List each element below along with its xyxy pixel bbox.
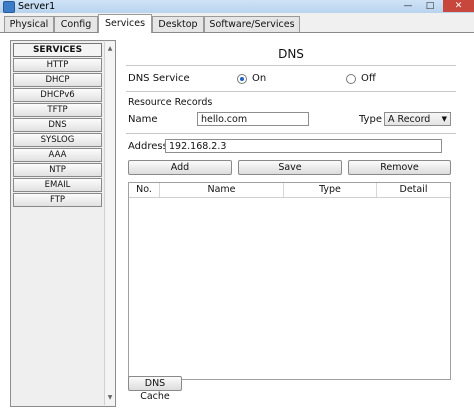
window-title: Server1 (18, 1, 56, 12)
services-sidebar: SERVICES HTTP DHCP DHCPv6 TFTP DNS SYSLO… (10, 40, 116, 407)
sidebar-item-http[interactable]: HTTP (13, 58, 102, 72)
type-select[interactable]: A Record ▼ (384, 112, 451, 126)
table-header: No. Name Type Detail (129, 183, 450, 198)
dns-service-label: DNS Service (128, 73, 190, 84)
dns-on-radio[interactable] (237, 74, 247, 84)
title-bar: Server1 — □ ✕ (0, 0, 474, 13)
maximize-icon[interactable]: □ (420, 0, 440, 12)
sidebar-item-dns[interactable]: DNS (13, 118, 102, 132)
add-button[interactable]: Add (128, 160, 232, 175)
title-divider (126, 65, 456, 66)
column-header-detail[interactable]: Detail (377, 183, 450, 197)
column-header-name[interactable]: Name (160, 183, 284, 197)
resource-records-label: Resource Records (128, 97, 213, 108)
sidebar-item-email[interactable]: EMAIL (13, 178, 102, 192)
sidebar-item-dhcpv6[interactable]: DHCPv6 (13, 88, 102, 102)
type-select-value: A Record (388, 114, 431, 125)
tab-bar: Physical Config Services Desktop Softwar… (0, 14, 474, 33)
service-divider (126, 91, 456, 92)
tab-desktop[interactable]: Desktop (152, 16, 204, 32)
sidebar-item-ftp[interactable]: FTP (13, 193, 102, 207)
services-content: SERVICES HTTP DHCP DHCPv6 TFTP DNS SYSLO… (0, 33, 474, 410)
sidebar-item-dhcp[interactable]: DHCP (13, 73, 102, 87)
panel-title: DNS (278, 47, 304, 61)
address-input[interactable]: 192.168.2.3 (165, 139, 442, 153)
tab-services[interactable]: Services (98, 14, 152, 33)
scroll-down-icon[interactable]: ▼ (105, 393, 115, 403)
address-label: Address (128, 141, 168, 152)
dns-on-label: On (252, 73, 267, 84)
sidebar-scrollbar[interactable]: ▲ ▼ (104, 42, 115, 405)
records-table[interactable]: No. Name Type Detail (128, 182, 451, 380)
minimize-icon[interactable]: — (398, 0, 418, 12)
type-label: Type (359, 114, 382, 125)
scroll-up-icon[interactable]: ▲ (105, 44, 115, 54)
tab-config[interactable]: Config (54, 16, 98, 32)
dns-off-label: Off (361, 73, 376, 84)
column-header-type[interactable]: Type (284, 183, 377, 197)
save-button[interactable]: Save (238, 160, 342, 175)
services-list: SERVICES HTTP DHCP DHCPv6 TFTP DNS SYSLO… (13, 43, 102, 208)
sidebar-item-ntp[interactable]: NTP (13, 163, 102, 177)
name-input[interactable]: hello.com (197, 112, 309, 126)
close-icon[interactable]: ✕ (443, 0, 474, 12)
sidebar-item-tftp[interactable]: TFTP (13, 103, 102, 117)
remove-button[interactable]: Remove (348, 160, 451, 175)
dns-off-radio[interactable] (346, 74, 356, 84)
server-icon (3, 1, 15, 13)
records-divider (126, 133, 456, 134)
dns-cache-button[interactable]: DNS Cache (128, 376, 182, 402)
name-label: Name (128, 114, 158, 125)
services-heading: SERVICES (13, 43, 102, 57)
column-header-no[interactable]: No. (129, 183, 160, 197)
tab-software-services[interactable]: Software/Services (204, 16, 300, 32)
sidebar-item-syslog[interactable]: SYSLOG (13, 133, 102, 147)
dropdown-arrow-icon: ▼ (441, 115, 447, 123)
sidebar-item-aaa[interactable]: AAA (13, 148, 102, 162)
tab-physical[interactable]: Physical (4, 16, 54, 32)
